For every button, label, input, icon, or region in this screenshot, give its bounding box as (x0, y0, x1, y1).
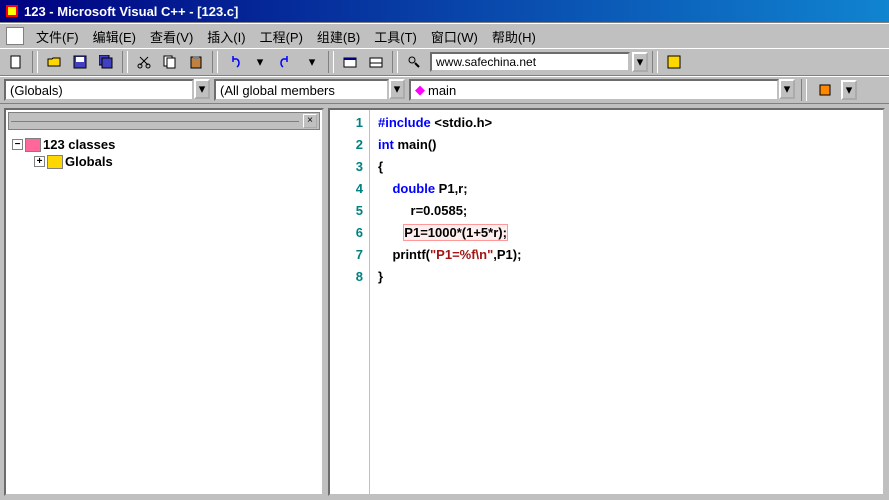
pane-header: × (8, 112, 320, 130)
folder-icon (47, 155, 63, 169)
scope-dropdown-arrow[interactable]: ▾ (194, 79, 210, 99)
open-button[interactable] (42, 51, 66, 73)
scope-value: (Globals) (4, 79, 194, 101)
main-area: × − 123 classes + Globals 1 2 3 4 5 6 7 (0, 104, 889, 500)
menu-build[interactable]: 组建(B) (311, 25, 366, 48)
code-line: { (378, 156, 875, 178)
line-number: 8 (332, 266, 363, 288)
function-value: ◆main (409, 79, 779, 101)
code-line: int main() (378, 134, 875, 156)
code-line: } (378, 266, 875, 288)
toolbar-separator (801, 79, 807, 101)
code-line: printf("P1=%f\n",P1); (378, 244, 875, 266)
line-gutter: 1 2 3 4 5 6 7 8 (330, 110, 370, 494)
line-number: 7 (332, 244, 363, 266)
toolbar: ▾ ▾ ▾ (0, 48, 889, 76)
class-view-pane: × − 123 classes + Globals (4, 108, 324, 496)
address-input[interactable] (430, 52, 630, 72)
toolbar-separator (652, 51, 658, 73)
editor-pane: 1 2 3 4 5 6 7 8 #include <stdio.h> int m… (328, 108, 885, 496)
menu-help[interactable]: 帮助(H) (486, 25, 542, 48)
toolbar-separator (212, 51, 218, 73)
menu-edit[interactable]: 编辑(E) (87, 25, 142, 48)
save-all-button[interactable] (94, 51, 118, 73)
pane-grip[interactable] (11, 121, 299, 122)
function-combo[interactable]: ◆main ▾ (409, 79, 795, 101)
filter-combo[interactable]: (All global members ▾ (214, 79, 405, 101)
menu-file[interactable]: 文件(F) (30, 25, 85, 48)
wizard-bar: (Globals) ▾ (All global members ▾ ◆main … (0, 76, 889, 104)
line-number: 2 (332, 134, 363, 156)
menu-tools[interactable]: 工具(T) (368, 25, 423, 48)
workspace-button[interactable] (338, 51, 362, 73)
output-button[interactable] (364, 51, 388, 73)
collapse-icon[interactable]: − (12, 139, 23, 150)
toolbar-separator (32, 51, 38, 73)
toolbar-separator (392, 51, 398, 73)
menu-bar: 文件(F) 编辑(E) 查看(V) 插入(I) 工程(P) 组建(B) 工具(T… (0, 24, 889, 48)
redo-button[interactable] (274, 51, 298, 73)
app-icon (4, 3, 20, 19)
code-line: r=0.0585; (378, 200, 875, 222)
new-button[interactable] (4, 51, 28, 73)
line-number: 6 (332, 222, 363, 244)
toolbar-separator (122, 51, 128, 73)
tree-child-row[interactable]: + Globals (12, 153, 316, 170)
menu-project[interactable]: 工程(P) (254, 25, 309, 48)
menu-window[interactable]: 窗口(W) (425, 25, 484, 48)
code-line: double P1,r; (378, 178, 875, 200)
paste-button[interactable] (184, 51, 208, 73)
tree-root-row[interactable]: − 123 classes (12, 136, 316, 153)
cut-button[interactable] (132, 51, 156, 73)
menu-view[interactable]: 查看(V) (144, 25, 199, 48)
undo-button[interactable] (222, 51, 246, 73)
window-title: 123 - Microsoft Visual C++ - [123.c] (24, 4, 238, 19)
find-button[interactable] (402, 51, 426, 73)
expand-icon[interactable]: + (34, 156, 45, 167)
tree-root-label: 123 classes (43, 137, 115, 152)
document-icon (6, 27, 24, 45)
title-bar: 123 - Microsoft Visual C++ - [123.c] (0, 0, 889, 22)
menu-insert[interactable]: 插入(I) (201, 25, 251, 48)
redo-dropdown[interactable]: ▾ (300, 51, 324, 73)
code-line: P1=1000*(1+5*r); (378, 222, 875, 244)
wizard-action-button[interactable] (813, 79, 837, 101)
line-number: 4 (332, 178, 363, 200)
copy-button[interactable] (158, 51, 182, 73)
address-dropdown[interactable]: ▾ (632, 52, 648, 72)
line-number: 3 (332, 156, 363, 178)
save-button[interactable] (68, 51, 92, 73)
code-editor[interactable]: #include <stdio.h> int main() { double P… (370, 110, 883, 494)
line-number: 5 (332, 200, 363, 222)
undo-dropdown[interactable]: ▾ (248, 51, 272, 73)
line-number: 1 (332, 112, 363, 134)
scope-combo[interactable]: (Globals) ▾ (4, 79, 210, 101)
tree-child-label: Globals (65, 154, 113, 169)
filter-value: (All global members (214, 79, 389, 101)
pane-close-button[interactable]: × (303, 114, 317, 128)
toolbar-separator (328, 51, 334, 73)
classes-icon (25, 138, 41, 152)
go-button[interactable] (662, 51, 686, 73)
function-dropdown-arrow[interactable]: ▾ (779, 79, 795, 99)
filter-dropdown-arrow[interactable]: ▾ (389, 79, 405, 99)
wizard-action-dropdown[interactable]: ▾ (841, 80, 857, 100)
class-tree: − 123 classes + Globals (8, 130, 320, 176)
diamond-icon: ◆ (415, 82, 425, 98)
code-line: #include <stdio.h> (378, 112, 875, 134)
